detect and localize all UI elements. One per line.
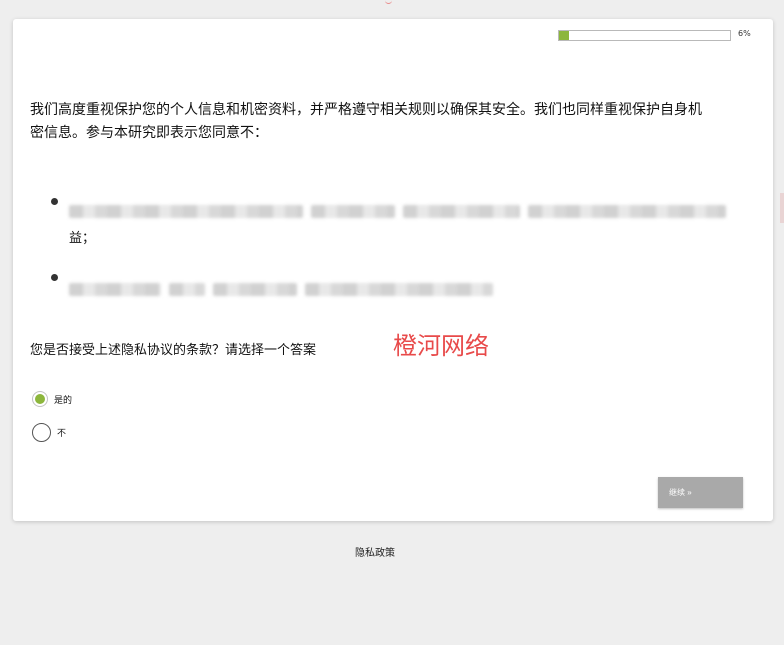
- option-yes-label: 是的: [54, 395, 73, 406]
- option-yes[interactable]: 是的: [32, 391, 72, 407]
- top-edge-mark: [385, 0, 392, 4]
- option-no[interactable]: 不: [32, 423, 66, 442]
- intro-text: 我们高度重视保护您的个人信息和机密资料，并严格遵守相关规则以确保其安全。我们也同…: [30, 102, 702, 141]
- bullet-trailing-text: 益；: [69, 231, 96, 246]
- progress-bar: [558, 30, 731, 41]
- continue-button[interactable]: 继续 »: [658, 477, 743, 508]
- radio-no[interactable]: [32, 423, 51, 442]
- option-no-label: 不: [57, 429, 67, 439]
- progress-label: 6%: [738, 29, 751, 38]
- redacted-text-line: [69, 283, 493, 296]
- survey-card: 6% 我们高度重视保护您的个人信息和机密资料，并严格遵守相关规则以确保其安全。我…: [13, 19, 773, 521]
- redacted-text-line: [69, 205, 726, 218]
- bullet-marker: [51, 198, 58, 205]
- watermark-text: 橙河网络: [393, 332, 489, 360]
- bullet-marker: [51, 274, 58, 281]
- privacy-policy-link[interactable]: 隐私政策: [355, 544, 395, 559]
- question-text: 您是否接受上述隐私协议的条款？请选择一个答案: [30, 343, 317, 358]
- progress-bar-fill: [559, 31, 570, 40]
- radio-yes[interactable]: [32, 391, 48, 407]
- right-edge-mark: [780, 193, 784, 223]
